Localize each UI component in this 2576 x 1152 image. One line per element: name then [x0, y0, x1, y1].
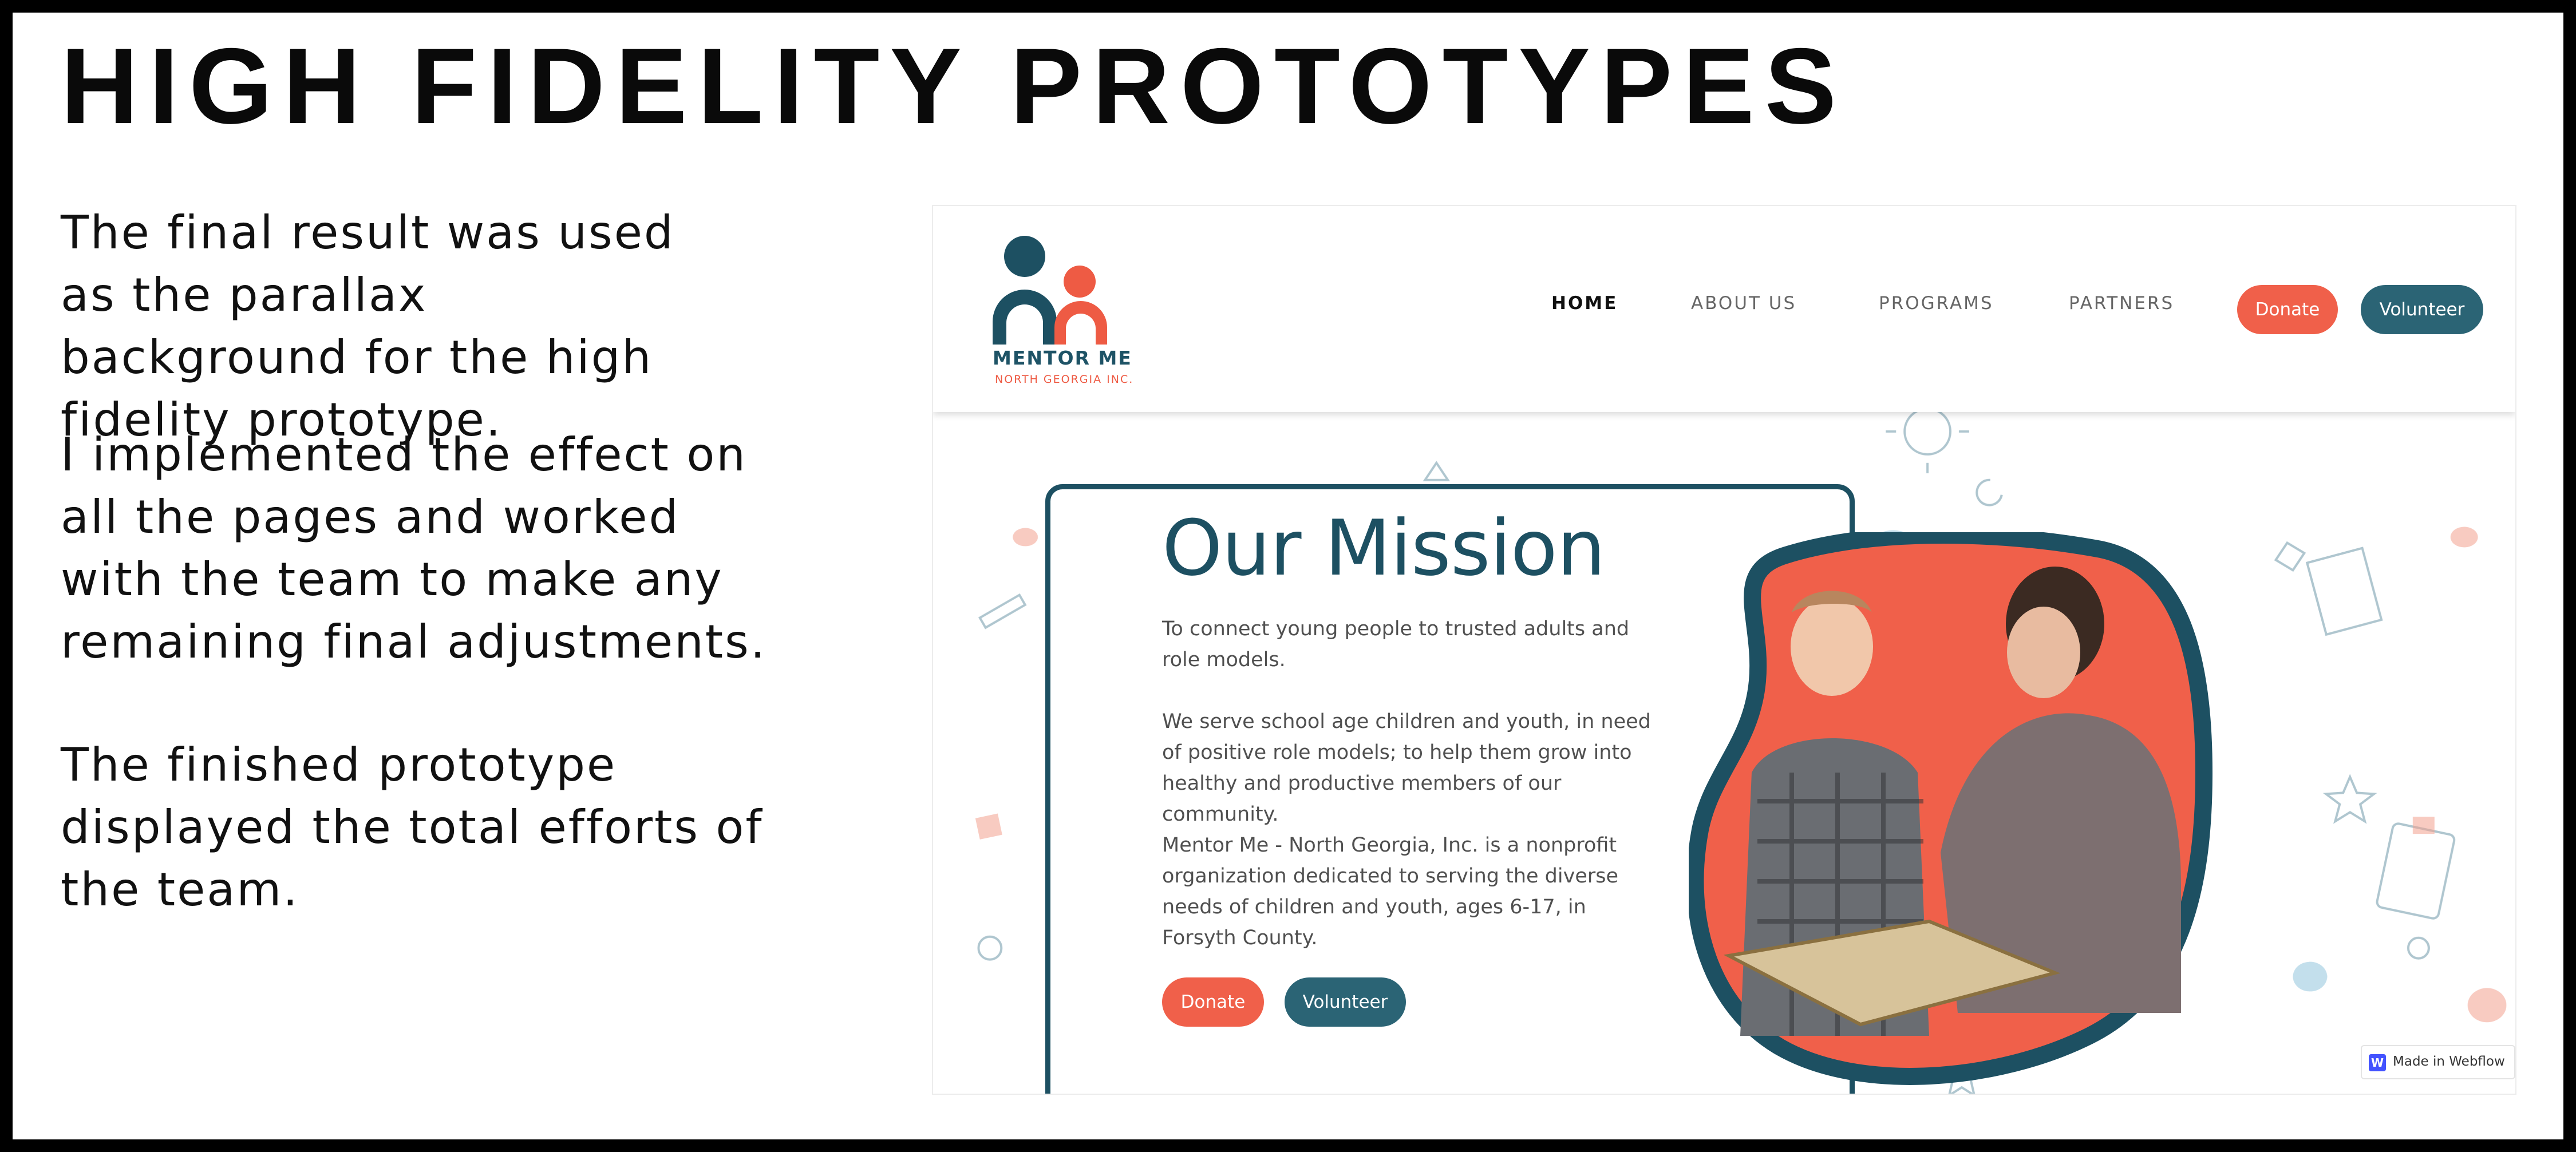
website-screenshot: MENTOR ME NORTH GEORGIA INC. HOME ABOUT …: [932, 205, 2516, 1095]
mentor-figures-icon: [993, 236, 1107, 345]
webflow-logo-icon: W: [2369, 1054, 2386, 1071]
badge-text: Made in Webflow: [2393, 1054, 2505, 1069]
mission-title: Our Mission: [1162, 504, 1606, 593]
mission-paragraph-1: To connect young people to trusted adult…: [1162, 617, 1630, 671]
coral-dot-doodle: [2467, 988, 2507, 1023]
nav-partners[interactable]: PARTNERS: [2069, 293, 2174, 314]
moon-doodle-icon: [1976, 478, 2003, 506]
mission-volunteer-button[interactable]: Volunteer: [1285, 977, 1406, 1027]
slide-canvas: HIGH FIDELITY PROTOTYPES The final resul…: [13, 13, 2563, 1139]
nav-home[interactable]: HOME: [1551, 293, 1618, 314]
boy-face: [1791, 597, 1873, 696]
house-doodle-icon: [1423, 461, 1450, 481]
ruler-doodle-icon: [978, 593, 1027, 630]
coral-dot-doodle: [1013, 528, 1038, 547]
sun-doodle-icon: [1903, 407, 1951, 456]
slide-title: HIGH FIDELITY PROTOTYPES: [61, 26, 1847, 146]
site-header: MENTOR ME NORTH GEORGIA INC. HOME ABOUT …: [933, 206, 2515, 412]
coral-block-doodle: [975, 813, 1002, 840]
document-doodle-icon: [2305, 547, 2383, 636]
made-in-webflow-badge[interactable]: W Made in Webflow: [2361, 1045, 2515, 1079]
blue-dot-doodle: [2293, 961, 2328, 992]
mission-donate-button[interactable]: Donate: [1162, 977, 1264, 1027]
nav-about-us[interactable]: ABOUT US: [1691, 293, 1796, 314]
planet-doodle-icon: [977, 935, 1003, 961]
logo-subtitle: NORTH GEORGIA INC.: [995, 373, 1134, 386]
header-donate-button[interactable]: Donate: [2237, 285, 2338, 334]
slide-frame: HIGH FIDELITY PROTOTYPES The final resul…: [0, 0, 2576, 1152]
planet-doodle-icon: [2407, 936, 2430, 960]
header-volunteer-button[interactable]: Volunteer: [2361, 285, 2483, 334]
mentor-reading-photo: [1689, 532, 2213, 1085]
mission-paragraph-2: We serve school age children and youth, …: [1162, 710, 1651, 826]
book-doodle-icon: [2274, 541, 2306, 572]
description-paragraph-3: The finished prototype displayed the tot…: [61, 738, 764, 916]
description-paragraph-1: The final result was used as the paralla…: [61, 206, 675, 446]
coral-block-doodle: [2412, 817, 2435, 834]
mission-paragraph-3: Mentor Me - North Georgia, Inc. is a non…: [1162, 834, 1619, 949]
notebook-doodle-icon: [2376, 822, 2456, 920]
coral-dot-doodle: [2450, 526, 2478, 548]
woman-face: [2007, 607, 2080, 698]
logo-name: MENTOR ME: [993, 347, 1132, 369]
description-paragraph-2: I implemented the effect on all the page…: [61, 428, 767, 668]
star-doodle-icon: [2322, 774, 2377, 824]
nav-programs[interactable]: PROGRAMS: [1879, 293, 1994, 314]
